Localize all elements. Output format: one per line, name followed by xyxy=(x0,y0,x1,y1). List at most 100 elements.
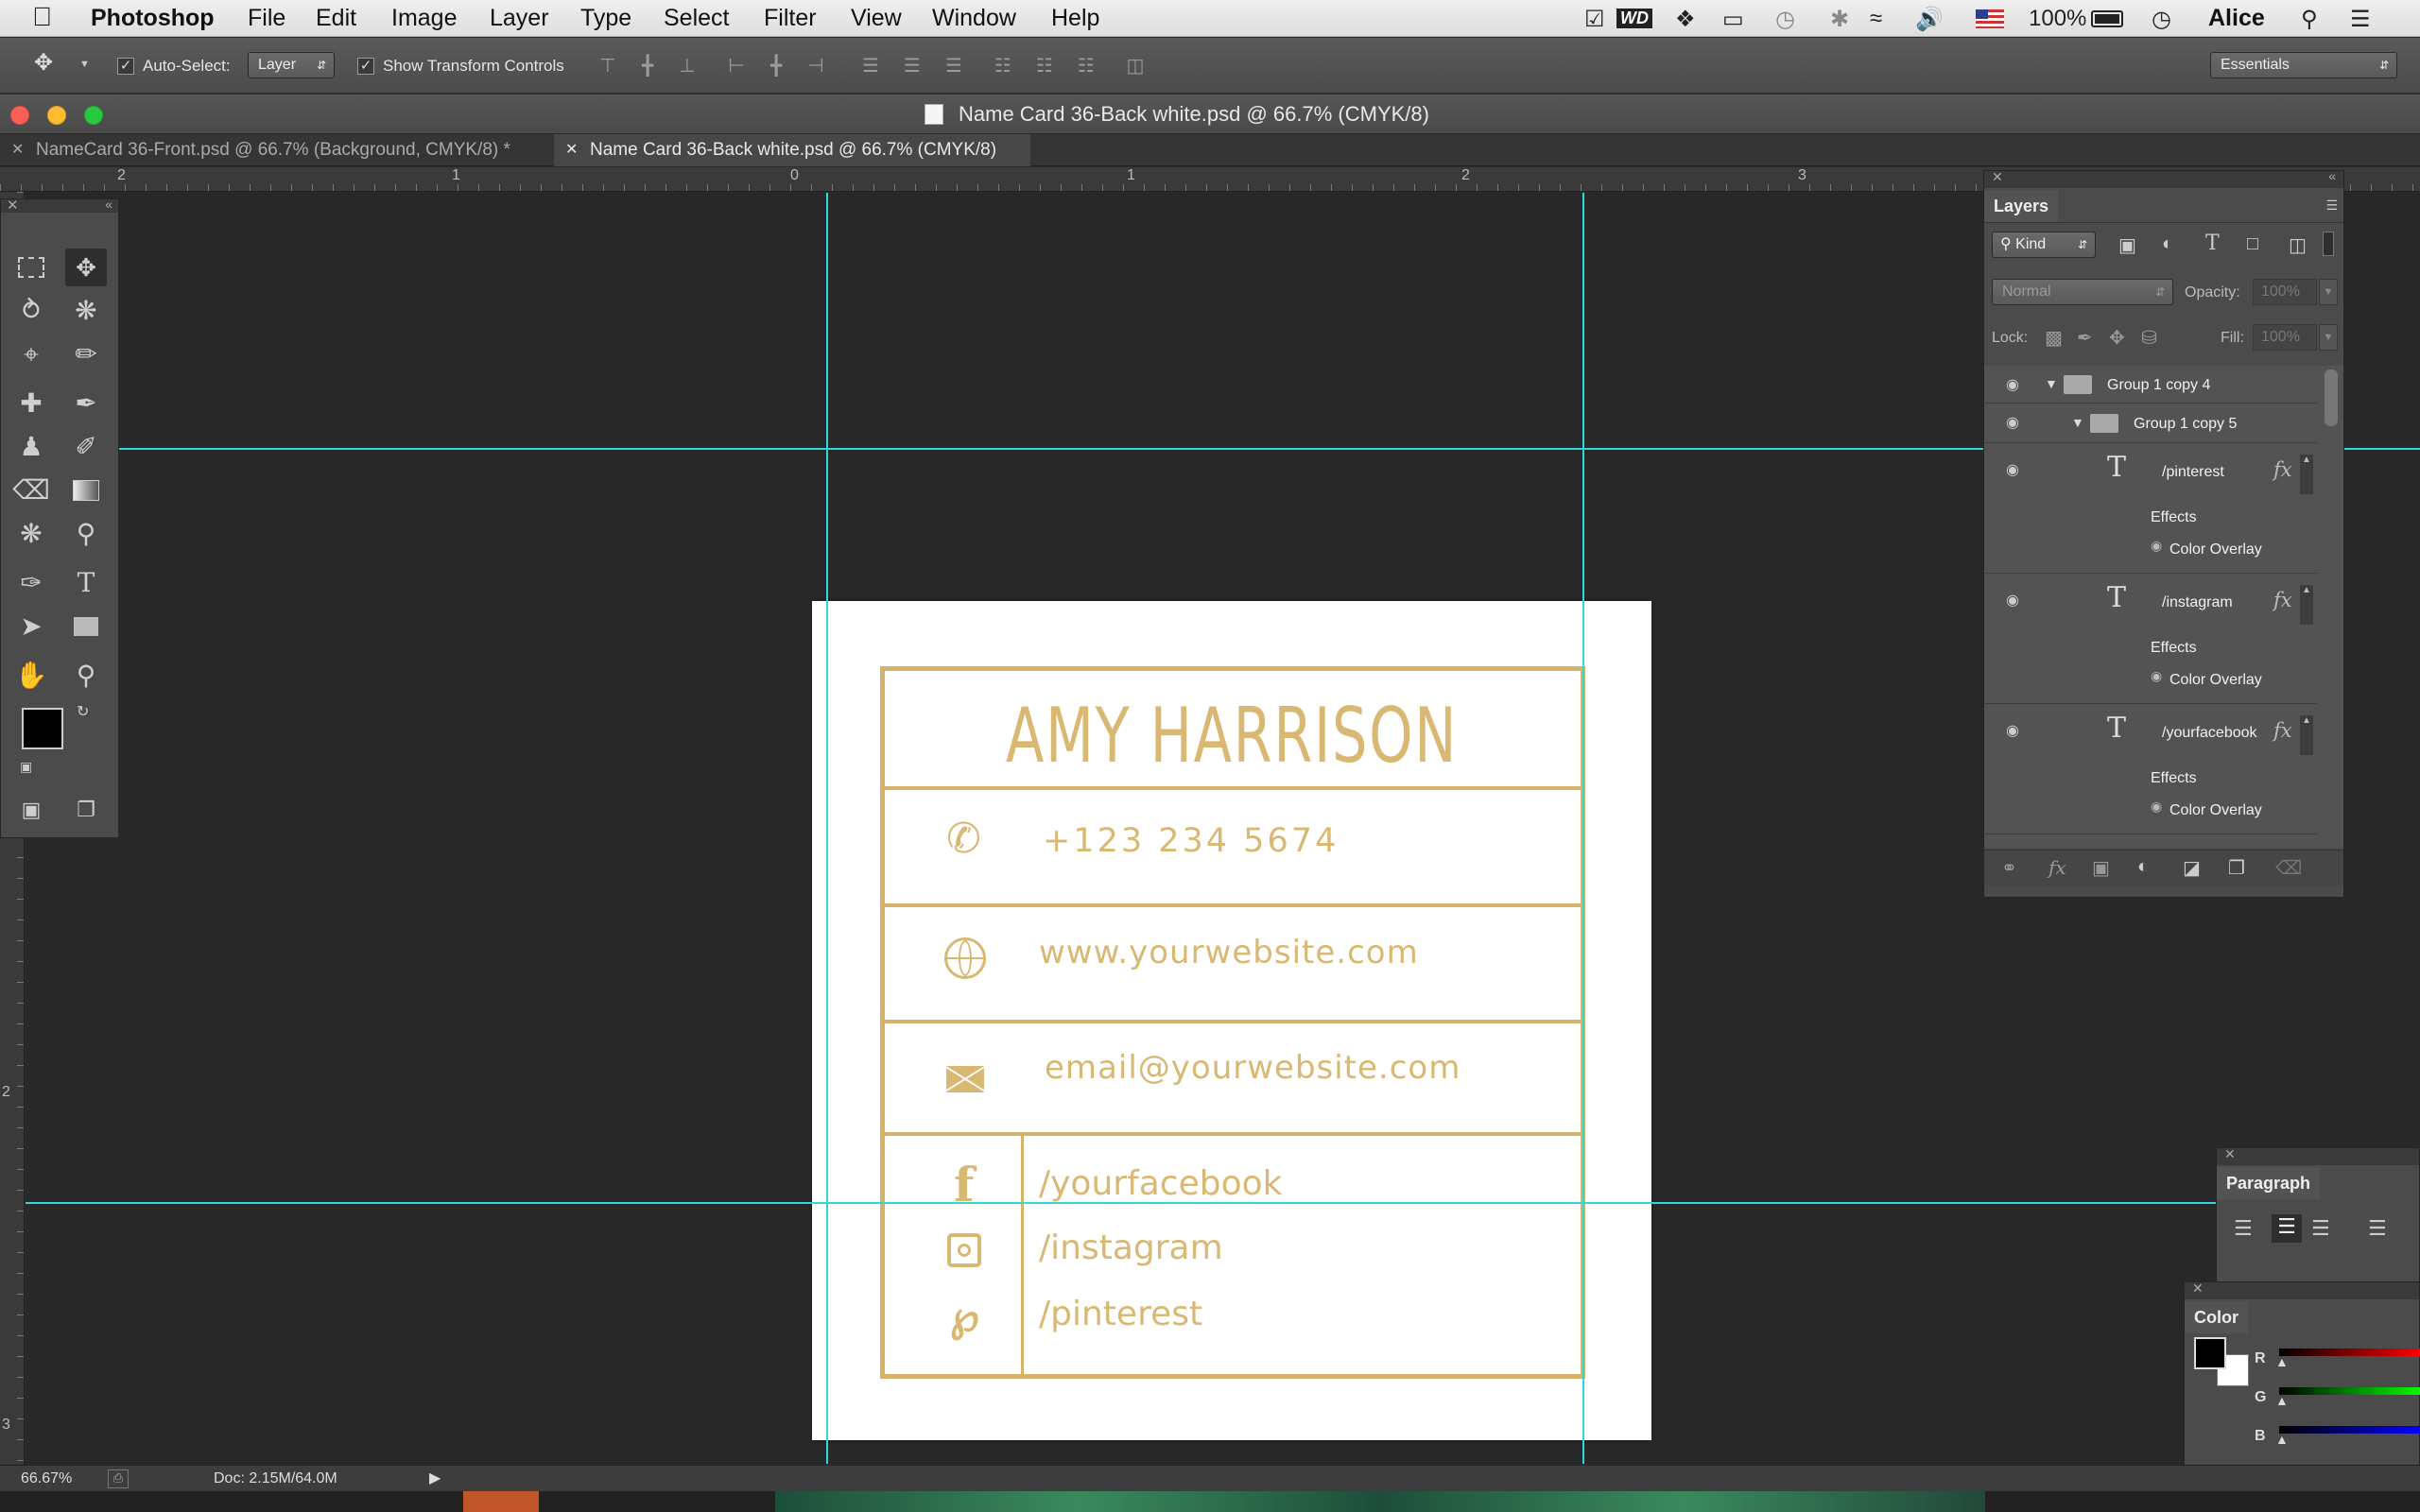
tab-front[interactable]: ✕ NameCard 36-Front.psd @ 66.7% (Backgrou… xyxy=(0,134,552,166)
apple-icon[interactable]:  xyxy=(32,2,52,32)
status-menu-arrow-icon[interactable]: ▶ xyxy=(429,1469,441,1487)
menu-layer[interactable]: Layer xyxy=(490,5,549,32)
effect-name[interactable]: Color Overlay xyxy=(2169,802,2262,819)
crop-tool-icon[interactable]: ⌖ xyxy=(10,335,52,373)
card-pinterest[interactable]: /pinterest xyxy=(1039,1295,1202,1333)
tab-paragraph[interactable]: Paragraph xyxy=(2217,1167,2321,1199)
blur-tool-icon[interactable]: ❋ xyxy=(10,515,52,553)
chevron-down-icon[interactable]: ▼ xyxy=(2319,279,2338,305)
disclosure-triangle-icon[interactable]: ▼ xyxy=(2071,415,2084,430)
layer-name[interactable]: /yourfacebook xyxy=(2162,725,2257,742)
bluetooth-icon[interactable]: ✱ xyxy=(1830,6,1849,33)
align-left-icon[interactable]: ⊢ xyxy=(724,53,749,79)
lock-all-icon[interactable]: ⛁ xyxy=(2141,326,2157,350)
tab-color[interactable]: Color xyxy=(2185,1301,2248,1333)
fx-icon[interactable]: fx xyxy=(2273,458,2292,481)
share-icon[interactable]: ⎙ xyxy=(108,1469,129,1488)
slider-thumb-icon[interactable]: ▲ xyxy=(2275,1393,2289,1408)
link-layers-icon[interactable]: ⚭ xyxy=(2001,856,2017,880)
align-top-icon[interactable]: ⊤ xyxy=(596,53,620,79)
default-colors-icon[interactable]: ▣ xyxy=(20,759,32,775)
chevron-down-icon[interactable]: ▼ xyxy=(2319,324,2338,351)
layers-scrollbar[interactable] xyxy=(2325,369,2338,426)
foreground-color-swatch[interactable] xyxy=(22,708,63,749)
workspace-dropdown[interactable]: Essentials ⇵ xyxy=(2210,52,2397,78)
type-filter-icon[interactable]: T xyxy=(2205,232,2220,255)
pixel-filter-icon[interactable]: ▣ xyxy=(2118,233,2136,257)
chevron-up-icon[interactable]: ▲ xyxy=(2300,585,2313,625)
volume-icon[interactable]: 🔊 xyxy=(1915,6,1944,33)
menu-select[interactable]: Select xyxy=(664,5,729,32)
visibility-eye-icon[interactable]: ◉ xyxy=(2151,538,2162,554)
opacity-field[interactable]: 100% xyxy=(2253,279,2317,305)
effect-name[interactable]: Color Overlay xyxy=(2169,672,2262,689)
smart-object-filter-icon[interactable]: ◫ xyxy=(2289,233,2307,257)
screen-mode-icon[interactable]: ❐ xyxy=(65,791,107,829)
slider-thumb-icon[interactable]: ▲ xyxy=(2275,1432,2289,1447)
menu-type[interactable]: Type xyxy=(580,5,631,32)
chevron-up-icon[interactable]: ▲ xyxy=(2300,715,2313,755)
add-style-icon[interactable]: fx xyxy=(2048,856,2066,879)
flag-icon[interactable] xyxy=(1976,9,2004,28)
distribute-vcenter-icon[interactable]: ☰ xyxy=(900,53,925,79)
auto-select-checkbox[interactable]: ✓ xyxy=(117,58,134,75)
layer-name[interactable]: /pinterest xyxy=(2162,464,2224,481)
distribute-left-icon[interactable]: ☷ xyxy=(991,53,1015,79)
adjustment-filter-icon[interactable]: ◐ xyxy=(2162,233,2173,255)
quick-mask-icon[interactable]: ▣ xyxy=(10,791,52,829)
card-instagram[interactable]: /instagram xyxy=(1039,1228,1223,1267)
visibility-eye-icon[interactable]: ◉ xyxy=(2001,413,2024,432)
lock-position-icon[interactable]: ✥ xyxy=(2109,326,2125,350)
menu-view[interactable]: View xyxy=(851,5,902,32)
chevron-up-icon[interactable]: ▲ xyxy=(2300,455,2313,494)
menu-filter[interactable]: Filter xyxy=(764,5,817,32)
trash-icon[interactable]: ⌫ xyxy=(2275,856,2302,880)
add-mask-icon[interactable]: ▣ xyxy=(2092,856,2110,880)
notification-center-icon[interactable]: ☰ xyxy=(2350,6,2371,33)
align-vcenter-icon[interactable]: ╋ xyxy=(635,53,660,79)
zoom-tool-icon[interactable]: ⚲ xyxy=(65,657,107,695)
menu-window[interactable]: Window xyxy=(932,5,1016,32)
name-card[interactable]: AMY HARRISON ✆ +123 234 5674 www.yourweb… xyxy=(812,601,1651,1440)
eraser-tool-icon[interactable]: ⌫ xyxy=(10,472,52,509)
rectangle-tool-icon[interactable] xyxy=(65,608,107,645)
clock-icon[interactable]: ◷ xyxy=(2152,6,2171,33)
layer-name[interactable]: /instagram xyxy=(2162,594,2233,611)
filter-kind-dropdown[interactable]: ⚲ Kind ⇵ xyxy=(1992,232,2096,258)
blue-slider[interactable] xyxy=(2279,1426,2420,1434)
visibility-eye-icon[interactable]: ◉ xyxy=(2151,799,2162,815)
align-bottom-icon[interactable]: ⊥ xyxy=(675,53,700,79)
tab-layers[interactable]: Layers xyxy=(1984,190,2059,222)
swap-colors-icon[interactable]: ↻ xyxy=(77,702,89,721)
align-left-text-icon[interactable]: ☰ xyxy=(2234,1216,2253,1241)
user-name[interactable]: Alice xyxy=(2208,5,2265,32)
dodge-tool-icon[interactable]: ⚲ xyxy=(65,515,107,553)
magic-wand-tool-icon[interactable]: ❋ xyxy=(65,292,107,330)
slider-thumb-icon[interactable]: ▲ xyxy=(2275,1354,2289,1369)
auto-align-icon[interactable]: ◫ xyxy=(1123,53,1148,79)
align-right-icon[interactable]: ⊣ xyxy=(804,53,828,79)
card-facebook[interactable]: /yourfacebook xyxy=(1039,1164,1283,1203)
fx-icon[interactable]: fx xyxy=(2273,589,2292,611)
layer-name[interactable]: Group 1 copy 4 xyxy=(2107,377,2210,394)
effect-name[interactable]: Color Overlay xyxy=(2169,541,2262,558)
app-name[interactable]: Photoshop xyxy=(91,5,215,32)
card-phone[interactable]: +123 234 5674 xyxy=(1043,822,1339,860)
layer-name[interactable]: Group 1 copy 5 xyxy=(2134,416,2237,433)
airplay-icon[interactable]: ▭ xyxy=(1722,6,1744,33)
layer-row[interactable]: ◉ ▼ Group 1 copy 5 xyxy=(1984,404,2317,443)
path-selection-tool-icon[interactable]: ➤ xyxy=(10,608,52,645)
visibility-eye-icon[interactable]: ◉ xyxy=(2151,668,2162,684)
align-hcenter-icon[interactable]: ╋ xyxy=(764,53,788,79)
spotlight-icon[interactable]: ⚲ xyxy=(2301,6,2318,33)
guide-horizontal[interactable] xyxy=(26,1202,2420,1204)
visibility-eye-icon[interactable]: ◉ xyxy=(2001,460,2024,479)
visibility-eye-icon[interactable]: ◉ xyxy=(2001,375,2024,394)
time-machine-icon[interactable]: ◷ xyxy=(1775,6,1795,33)
close-icon[interactable]: ✕ xyxy=(2224,1146,2236,1162)
lasso-tool-icon[interactable]: ⥁ xyxy=(10,292,52,330)
history-brush-tool-icon[interactable]: ✐ xyxy=(65,428,107,466)
fill-field[interactable]: 100% xyxy=(2253,324,2317,351)
eyedropper-tool-icon[interactable]: ✏ xyxy=(65,335,107,373)
layer-row[interactable]: ◉ T /instagram fx ▲ Effects ◉ Color Over… xyxy=(1984,574,2317,704)
